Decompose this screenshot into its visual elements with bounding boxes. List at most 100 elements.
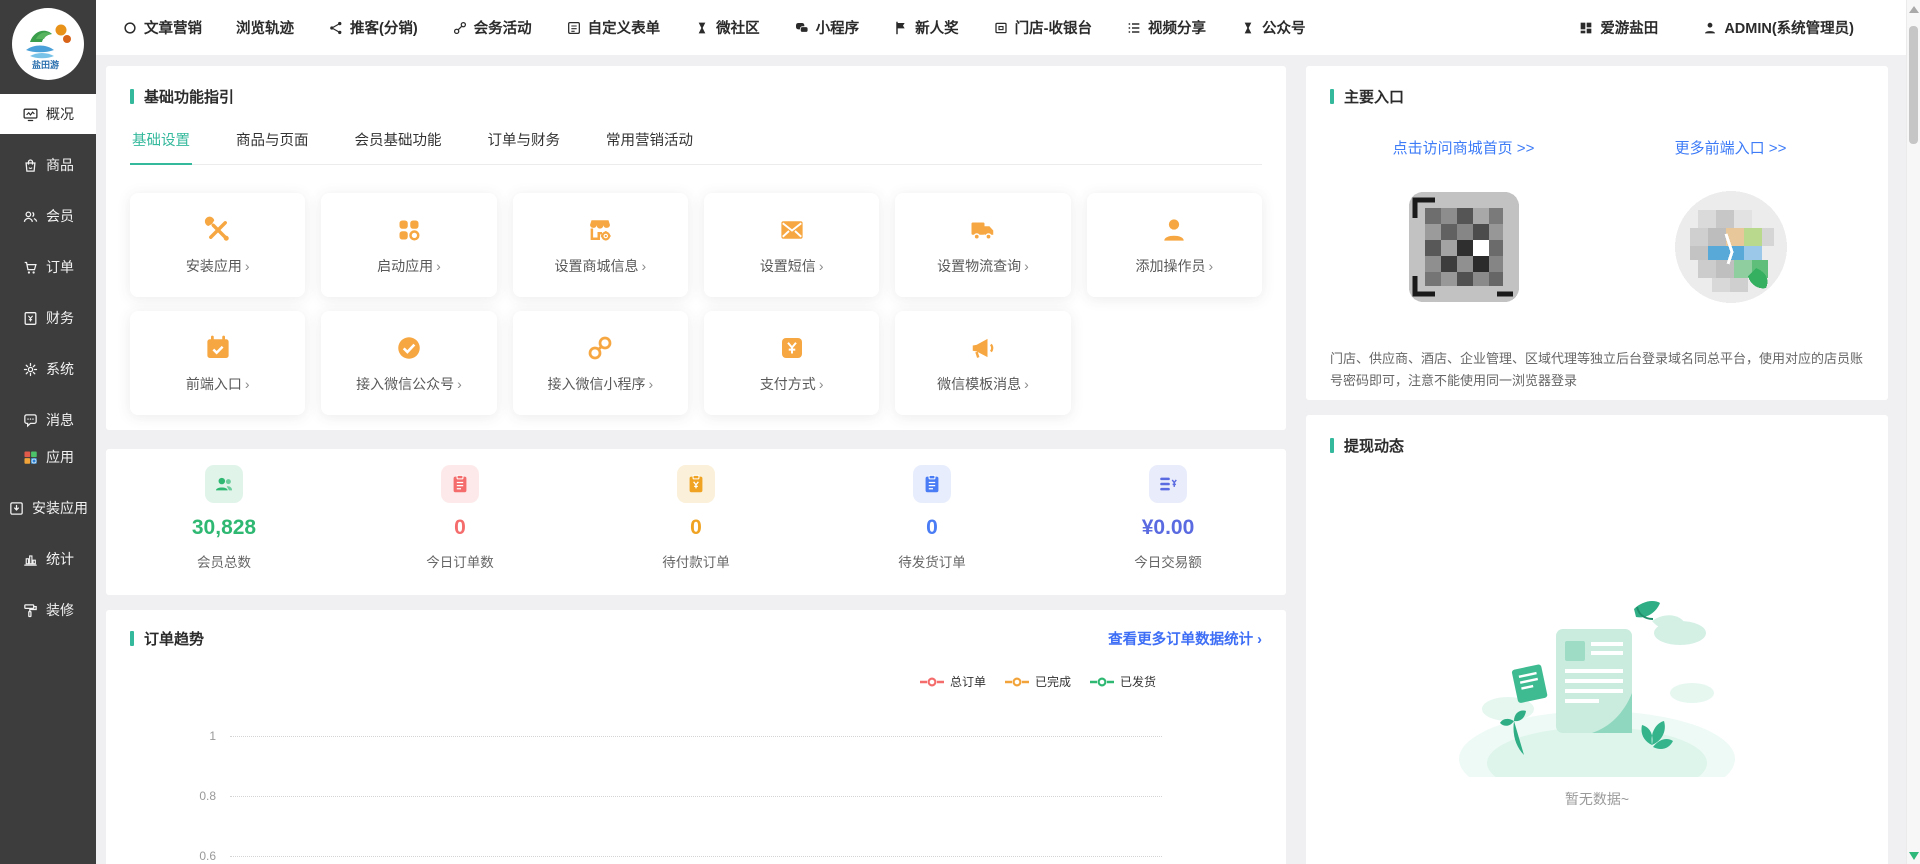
sidebar-item-system[interactable]: 系统 bbox=[0, 349, 96, 389]
sidebar-item-goods[interactable]: 商品 bbox=[0, 145, 96, 185]
entry-panel-title: 主要入口 bbox=[1330, 86, 1864, 107]
sidebar-item-messages[interactable]: 消息 bbox=[0, 400, 96, 440]
stat-total-members: 30,828 会员总数 bbox=[106, 465, 342, 571]
guide-card-wechat-miniprogram[interactable]: 接入微信小程序› bbox=[513, 311, 688, 415]
sidebar-item-orders[interactable]: 订单 bbox=[0, 247, 96, 287]
page-scrollbar[interactable] bbox=[1906, 0, 1920, 864]
chat-bubble-icon bbox=[22, 412, 39, 429]
tab-member-basics[interactable]: 会员基础功能 bbox=[353, 119, 444, 164]
sidebar-item-decorate[interactable]: 装修 bbox=[0, 590, 96, 630]
nav-label: 公众号 bbox=[1262, 17, 1306, 38]
guide-card-wechat-template[interactable]: 微信模板消息› bbox=[895, 311, 1070, 415]
merchant-switcher[interactable]: 爱游盐田 bbox=[1578, 17, 1658, 38]
stat-unpaid-orders: 0 待付款订单 bbox=[578, 465, 814, 571]
empty-state-text: 暂无数据~ bbox=[1565, 789, 1629, 809]
mail-icon bbox=[777, 215, 807, 245]
sidebar-item-overview[interactable]: 概况 bbox=[0, 94, 96, 134]
sidebar-item-apps[interactable]: 应用 bbox=[0, 437, 96, 477]
download-box-icon bbox=[8, 500, 25, 517]
nav-label: 推客(分销) bbox=[350, 17, 418, 38]
list-icon bbox=[1126, 20, 1142, 36]
legend-label: 总订单 bbox=[950, 673, 986, 690]
more-entries-link[interactable]: 更多前端入口 >> bbox=[1675, 140, 1787, 157]
nav-item-official-account[interactable]: 公众号 bbox=[1240, 17, 1306, 38]
members-icon bbox=[213, 473, 235, 495]
coins-yen-icon bbox=[1157, 473, 1179, 495]
guide-card-logistics[interactable]: 设置物流查询› bbox=[895, 193, 1070, 297]
withdraw-activity-panel: 提现动态 bbox=[1306, 415, 1888, 864]
empty-state-illustration bbox=[1456, 581, 1738, 777]
mall-home-link[interactable]: 点击访问商城首页 >> bbox=[1393, 140, 1535, 157]
guide-card-payment[interactable]: 支付方式› bbox=[704, 311, 879, 415]
stat-today-turnover: ¥0.00 今日交易额 bbox=[1050, 465, 1286, 571]
mall-qr-code bbox=[1401, 184, 1527, 310]
nav-item-browse-history[interactable]: 浏览轨迹 bbox=[236, 17, 294, 38]
admin-user-menu[interactable]: ADMIN(系统管理员) bbox=[1702, 17, 1854, 38]
calendar-check-icon bbox=[203, 333, 233, 363]
more-order-stats-link[interactable]: 查看更多订单数据统计 › bbox=[1108, 628, 1262, 649]
yen-clipboard-icon bbox=[685, 473, 707, 495]
nav-label: 浏览轨迹 bbox=[236, 17, 294, 38]
sidebar-item-statistics[interactable]: 统计 bbox=[0, 539, 96, 579]
check-circle-icon bbox=[394, 333, 424, 363]
chevron-right-icon: › bbox=[245, 258, 250, 274]
guide-card-label: 前端入口 bbox=[186, 376, 242, 392]
guide-card-launch-app[interactable]: 启动应用› bbox=[321, 193, 496, 297]
share-icon bbox=[328, 20, 344, 36]
stat-unshipped-orders: 0 待发货订单 bbox=[814, 465, 1050, 571]
guide-card-install-app[interactable]: 安装应用› bbox=[130, 193, 305, 297]
nav-item-distribution[interactable]: 推客(分销) bbox=[328, 17, 418, 38]
tab-marketing[interactable]: 常用营销活动 bbox=[604, 119, 695, 164]
nav-item-store-cashier[interactable]: 门店-收银台 bbox=[993, 17, 1092, 38]
hourglass-icon bbox=[694, 20, 710, 36]
scroll-up-arrow-icon[interactable] bbox=[1909, 6, 1919, 13]
entry-description: 门店、供应商、酒店、企业管理、区域代理等独立后台登录域名同总平台，使用对应的店员… bbox=[1330, 348, 1864, 392]
tab-goods-pages[interactable]: 商品与页面 bbox=[234, 119, 311, 164]
nav-item-micro-community[interactable]: 微社区 bbox=[694, 17, 760, 38]
y-axis-tick: 0.8 bbox=[130, 789, 230, 803]
monitor-icon bbox=[22, 106, 39, 123]
nav-item-newcomer-award[interactable]: 新人奖 bbox=[893, 17, 959, 38]
legend-total-orders[interactable]: 总订单 bbox=[919, 673, 986, 690]
chevron-right-icon: › bbox=[819, 376, 824, 392]
sidebar-item-members[interactable]: 会员 bbox=[0, 196, 96, 236]
guide-tabs: 基础设置 商品与页面 会员基础功能 订单与财务 常用营销活动 bbox=[130, 119, 1262, 165]
legend-marker-icon bbox=[919, 676, 945, 688]
nav-item-article-marketing[interactable]: 文章营销 bbox=[122, 17, 202, 38]
form-icon bbox=[566, 20, 582, 36]
scrollbar-thumb[interactable] bbox=[1909, 26, 1918, 144]
guide-card-label: 支付方式 bbox=[760, 376, 816, 392]
chevron-right-icon: › bbox=[245, 376, 250, 392]
basic-guide-panel: 基础功能指引 基础设置 商品与页面 会员基础功能 订单与财务 常用营销活动 安装… bbox=[106, 66, 1286, 430]
sidebar-item-finance[interactable]: 财务 bbox=[0, 298, 96, 338]
link-icon bbox=[452, 20, 468, 36]
nav-item-video-share[interactable]: 视频分享 bbox=[1126, 17, 1206, 38]
nav-item-custom-form[interactable]: 自定义表单 bbox=[566, 17, 661, 38]
miniprogram-qr-code bbox=[1668, 184, 1794, 310]
entry-title-text: 主要入口 bbox=[1344, 86, 1404, 107]
stat-icon-chip bbox=[677, 465, 715, 503]
user-icon bbox=[1702, 20, 1718, 36]
withdraw-title-text: 提现动态 bbox=[1344, 435, 1404, 456]
stat-value: 30,828 bbox=[192, 516, 256, 540]
nav-label: 微社区 bbox=[716, 17, 760, 38]
chevron-right-icon: › bbox=[1024, 376, 1029, 392]
sidebar-item-install-apps[interactable]: 安装应用 bbox=[0, 488, 96, 528]
stats-panel: 30,828 会员总数 0 今日订单数 0 待付款订单 0 待发货订单 ¥0.0… bbox=[106, 449, 1286, 595]
legend-shipped[interactable]: 已发货 bbox=[1089, 673, 1156, 690]
legend-completed[interactable]: 已完成 bbox=[1004, 673, 1071, 690]
guide-card-add-operator[interactable]: 添加操作员› bbox=[1087, 193, 1262, 297]
nav-item-events[interactable]: 会务活动 bbox=[452, 17, 532, 38]
tab-orders-finance[interactable]: 订单与财务 bbox=[486, 119, 563, 164]
title-accent-bar bbox=[1330, 438, 1334, 453]
guide-card-frontend-entry[interactable]: 前端入口› bbox=[130, 311, 305, 415]
nav-item-mini-program[interactable]: 小程序 bbox=[794, 17, 860, 38]
shopping-bag-icon bbox=[22, 157, 39, 174]
tab-basic-settings[interactable]: 基础设置 bbox=[130, 119, 192, 165]
guide-card-mall-info[interactable]: 设置商城信息› bbox=[513, 193, 688, 297]
scroll-down-arrow-icon[interactable] bbox=[1909, 852, 1919, 860]
guide-card-grid: 安装应用› 启动应用› 设置商城信息› 设置短信› 设置物流查询› bbox=[130, 193, 1262, 415]
guide-card-wechat-official[interactable]: 接入微信公众号› bbox=[321, 311, 496, 415]
guide-card-sms[interactable]: 设置短信› bbox=[704, 193, 879, 297]
stat-label: 今日订单数 bbox=[426, 551, 494, 571]
